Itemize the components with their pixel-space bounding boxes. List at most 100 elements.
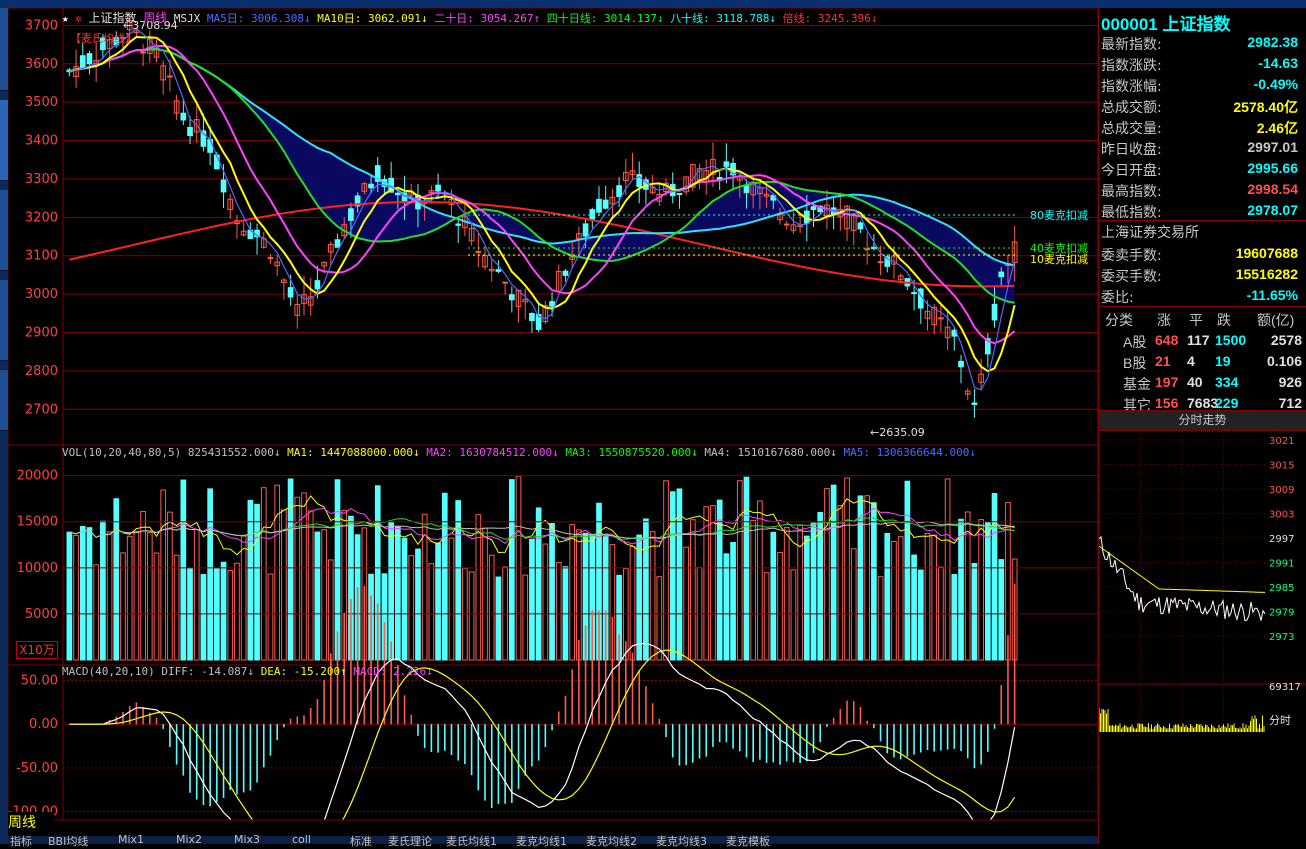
ma-legend-item: MA5日: 3006.308↓	[206, 12, 318, 25]
ma-legend-item: 倍线: 3245.396↓	[782, 12, 878, 25]
table-cell: 926	[1278, 374, 1302, 390]
favorite-star-icon[interactable]: ★	[62, 12, 69, 25]
kline-chart[interactable]: 3700 3600 3500 3400 3300 3200 3100 3000 2900 2800…	[8, 8, 1098, 844]
candle-body	[395, 192, 401, 196]
volume-unit-label: X10万	[16, 641, 58, 659]
indicator-tab[interactable]: 麦克模板	[726, 833, 770, 849]
ma-line-80	[69, 48, 1015, 267]
candle-body	[616, 185, 622, 197]
macd-axis-label: -50.00	[16, 761, 58, 776]
quote-value: 2978.07	[1247, 202, 1298, 218]
indicator-tab[interactable]: 指标	[10, 833, 32, 849]
volume-bar	[723, 553, 730, 661]
volume-bar	[126, 535, 133, 661]
volume-axis-label: 5000	[25, 607, 58, 622]
quote-value: 2995.66	[1247, 160, 1298, 176]
price-axis-label: 3000	[25, 287, 58, 302]
candle-body	[334, 239, 341, 248]
candle-body	[475, 250, 482, 253]
table-header: 分类 涨 平跌 额(亿)	[1099, 308, 1306, 329]
kouji-label: 80麦克扣减	[1030, 208, 1088, 222]
macdLegend-item: MACD: 2.226↓	[353, 665, 433, 678]
left-tab-fundamental[interactable]	[0, 190, 8, 271]
intraday-chart[interactable]: 3021 3015 3009 3003 2997 2991 2985 2979 2973 6931…	[1099, 432, 1306, 732]
quote-row: 昨日收盘: 2997.01	[1099, 137, 1306, 158]
ma-line-double	[69, 201, 1015, 288]
candle-body	[877, 261, 884, 264]
volume-bar	[897, 536, 904, 661]
volume-bar	[73, 534, 79, 661]
indicator-tab[interactable]: coll	[292, 833, 311, 846]
left-tab-intraday[interactable]	[0, 280, 8, 361]
intraday-axis-label: 2997	[1269, 534, 1294, 545]
volume-bar	[86, 527, 93, 661]
table-cell: 2578	[1270, 332, 1302, 348]
volume-bar	[663, 480, 669, 661]
indicator-tab[interactable]: Mix3	[234, 833, 260, 846]
volume-bar	[274, 484, 281, 661]
indicator-tab[interactable]: Mix2	[176, 833, 202, 846]
volume-bar	[113, 498, 120, 661]
volume-bar	[871, 502, 877, 661]
table-header-cell: 分类	[1105, 312, 1133, 328]
ma-cloud	[69, 49, 1015, 303]
left-tab-quote[interactable]	[0, 370, 8, 431]
volume-bar	[951, 574, 958, 661]
period-tab[interactable]: 周线	[8, 812, 54, 834]
quote-value: 2997.01	[1247, 139, 1298, 155]
intraday-axis-label: 2973	[1269, 632, 1294, 643]
volume-bar	[180, 479, 187, 661]
volume-bar	[736, 480, 743, 661]
left-tab-chart[interactable]	[0, 8, 8, 91]
price-axis-label: 2900	[25, 326, 58, 341]
volume-bar	[703, 506, 710, 661]
candle-body	[857, 222, 864, 230]
volume-bar	[850, 548, 857, 661]
volume-bar	[750, 519, 757, 661]
quote-row: 总成交额: 2578.40亿	[1099, 95, 1306, 116]
ma-line-5	[69, 28, 1016, 391]
volume-bar	[146, 532, 153, 661]
quote-label: 委买手数:	[1101, 269, 1162, 285]
candle-body	[314, 280, 321, 290]
indicator-tab[interactable]: 麦氏理论	[388, 833, 432, 849]
indicator-tab[interactable]: 麦克均线1	[516, 833, 567, 849]
candle-body	[167, 75, 173, 78]
chart-title: 上证指数	[88, 11, 137, 25]
candle-body	[911, 291, 917, 295]
quote-label: 指数涨跌:	[1101, 58, 1162, 74]
volume-bar	[133, 530, 140, 661]
period-label[interactable]: 周线	[143, 11, 167, 25]
volume-bar	[193, 528, 200, 661]
table-cell: 40	[1187, 374, 1203, 390]
quote-row: 委比: -11.65%	[1099, 285, 1306, 306]
table-row: 基金 197 40 334 926	[1099, 372, 1306, 393]
volume-bar	[66, 531, 73, 661]
indicator-tab[interactable]: 麦氏均线1	[446, 833, 497, 849]
price-axis-label: 3500	[25, 95, 58, 110]
indicator-tab[interactable]: 麦克均线2	[586, 833, 637, 849]
indicator-tab[interactable]: Mix1	[118, 833, 144, 846]
macdLegend-item: DEA: -15.200↑	[260, 665, 354, 678]
quote-row: 指数涨幅: -0.49%	[1099, 74, 1306, 95]
volume-bar	[978, 519, 984, 661]
volume-bar	[757, 500, 763, 661]
quote-label: 总成交量:	[1101, 121, 1162, 137]
volume-bar	[415, 548, 421, 661]
volume-bar	[234, 562, 240, 661]
intraday-title[interactable]: 分时走势	[1099, 410, 1306, 431]
left-tab-technical[interactable]	[0, 100, 8, 181]
volume-bar	[549, 523, 555, 661]
indicator-tab[interactable]: 标准	[350, 833, 372, 849]
table-cell: 648	[1155, 332, 1179, 348]
intraday-axis-label: 3003	[1269, 510, 1294, 521]
indicator-tab[interactable]: BBI均线	[48, 833, 88, 849]
volume-bar	[267, 573, 274, 661]
candle-body	[140, 51, 146, 54]
candle-body	[971, 402, 978, 405]
table-row: B股 21 4 19 0.106	[1099, 351, 1306, 372]
indicator-tab[interactable]: 麦克均线3	[656, 833, 707, 849]
low-price-label: ←2635.09	[870, 426, 925, 439]
settings-gear-icon[interactable]: ✲	[75, 12, 82, 25]
candle-body	[864, 248, 871, 251]
